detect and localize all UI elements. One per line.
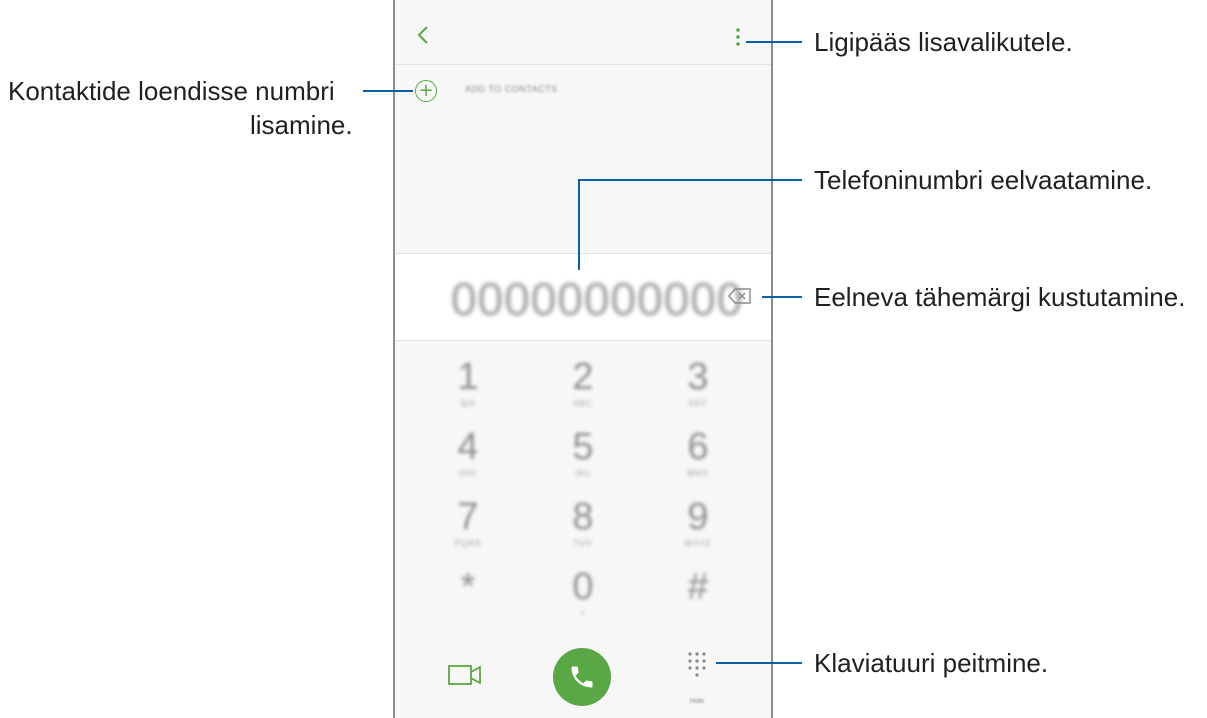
callout-line-add-to-contacts — [363, 90, 413, 92]
video-call-icon[interactable] — [447, 662, 483, 688]
callout-delete-char: Eelneva tähemärgi kustutamine. — [814, 282, 1186, 312]
key-8[interactable]: 8 TUV — [553, 497, 613, 548]
key-0[interactable]: 0 + — [553, 567, 613, 618]
callout-more-options: Ligipääs lisavalikutele. — [814, 27, 1073, 57]
callout-line-preview-number-h — [578, 179, 802, 181]
hide-keypad-label: Hide — [689, 698, 705, 705]
add-to-contacts-label: ADD TO CONTACTS — [465, 84, 558, 94]
key-6[interactable]: 6 MNO — [668, 427, 728, 478]
key-7[interactable]: 7 PQRS — [438, 497, 498, 548]
key-4[interactable]: 4 GHI — [438, 427, 498, 478]
phone-number: 00000000000 — [451, 273, 744, 325]
more-options-icon[interactable] — [731, 26, 745, 50]
backspace-icon[interactable] — [728, 287, 752, 305]
callout-line-preview-number-v — [578, 179, 580, 270]
callout-add-to-contacts-line2: lisamine. — [250, 110, 353, 140]
key-3[interactable]: 3 DEF — [668, 357, 728, 408]
top-bar — [395, 0, 771, 65]
phone-icon — [571, 666, 593, 688]
key-2[interactable]: 2 ABC — [553, 357, 613, 408]
callout-add-to-contacts-line1: Kontaktide loendisse numbri — [8, 76, 335, 106]
callout-line-hide-keypad — [716, 662, 802, 664]
key-star[interactable]: * — [438, 567, 498, 609]
back-arrow-icon[interactable] — [413, 24, 435, 46]
add-contact-icon[interactable]: + — [415, 80, 437, 102]
key-hash[interactable]: # — [668, 567, 728, 609]
keypad-grid-icon[interactable] — [685, 650, 715, 680]
number-display: 00000000000 — [395, 253, 771, 341]
callout-line-more-options — [746, 41, 802, 43]
callout-preview-number: Telefoninumbri eelvaatamine. — [814, 165, 1153, 195]
key-1[interactable]: 1 QO — [438, 357, 498, 408]
phone-screen: + ADD TO CONTACTS 00000000000 1 QO 2 ABC 3… — [393, 0, 773, 718]
key-9[interactable]: 9 WXYZ — [668, 497, 728, 548]
callout-hide-keypad: Klaviatuuri peitmine. — [814, 648, 1049, 678]
key-5[interactable]: 5 JKL — [553, 427, 613, 478]
callout-line-delete-char — [762, 296, 802, 298]
call-button[interactable] — [553, 648, 611, 706]
